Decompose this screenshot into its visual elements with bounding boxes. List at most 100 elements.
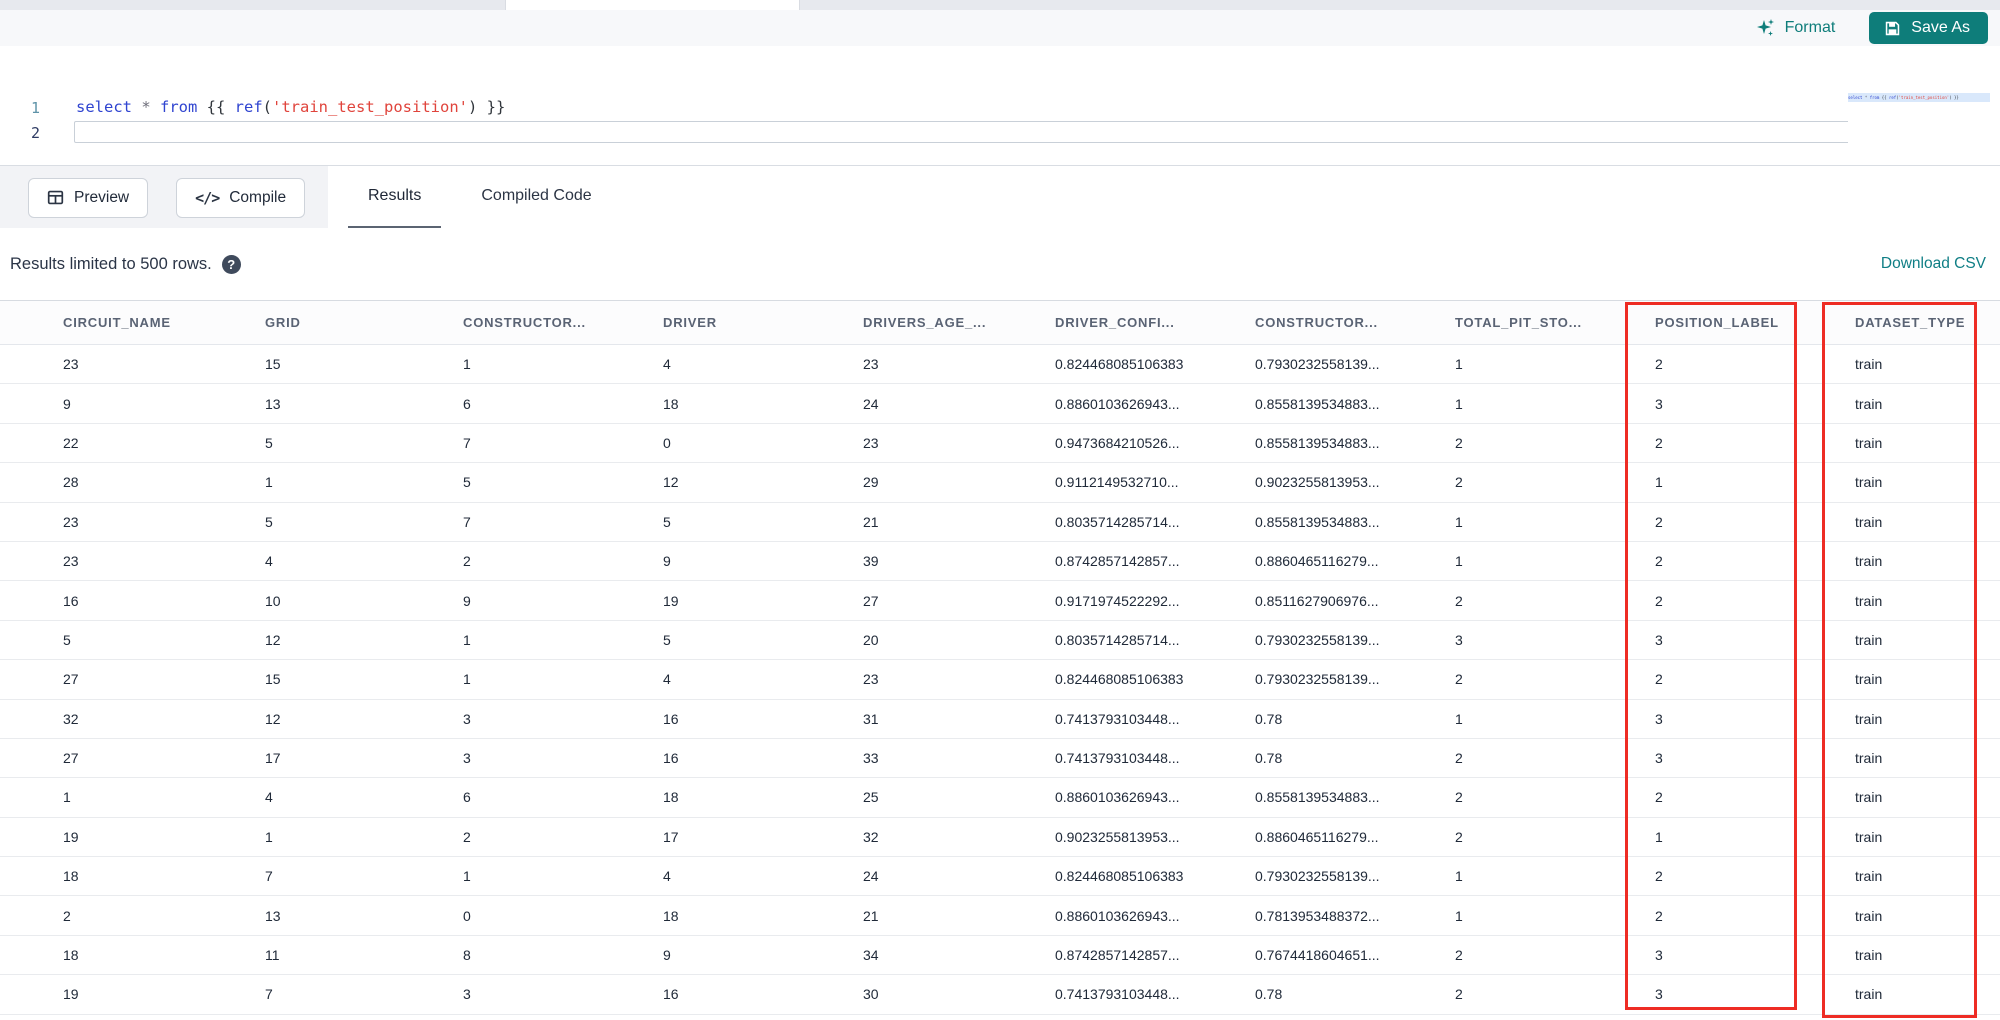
table-cell: train [1855,395,1883,412]
table-cell: 23 [63,553,79,570]
table-cell: 19 [663,592,679,609]
table-row: 18 7 1 4 24 0.824468085106383 0.7930232558139.… [0,857,2000,897]
table-cell: 1 [265,474,273,491]
table-cell: 29 [863,474,879,491]
tab-compiled-code[interactable]: Compiled Code [461,166,611,229]
table-row: 5 12 1 5 20 0.8035714285714... 0.7930232558139… [0,620,2000,661]
table-cell: 3 [463,710,471,727]
table-cell: train [1855,828,1883,845]
table-cell: 12 [265,710,281,727]
table-cell: 0.78 [1255,750,1283,767]
table-cell: 4 [663,356,671,373]
code-token: from [160,98,207,116]
table-header-row: CIRCUIT_NAME GRID CONSTRUCTOR... DRIVER DRIV… [0,300,2000,345]
table-cell: 11 [265,947,280,964]
table-cell: 25 [863,789,879,806]
table-row: 27 17 3 16 33 0.7413793103448... 0.78 2 3 train [0,738,2000,779]
table-cell: 19 [63,986,79,1003]
code-token: select [76,98,142,116]
table-row: 23 15 1 4 23 0.824468085106383 0.7930232558139… [0,345,2000,385]
column-header: GRID [265,315,301,330]
table-cell: 0.824468085106383 [1055,868,1184,885]
table-cell: 2 [1655,553,1663,570]
table-cell: 1 [63,789,71,806]
sql-editor[interactable]: 1 2 select * from {{ ref('train_test_pos… [0,46,2000,165]
code-line-1[interactable]: select * from {{ ref('train_test_positio… [76,98,505,116]
table-cell: 16 [663,986,679,1003]
table-cell: train [1855,671,1883,688]
table-cell: 16 [663,750,679,767]
table-cell: 9 [663,947,671,964]
table-cell: 0.8860103626943... [1055,395,1180,412]
save-as-button[interactable]: Save As [1869,12,1988,44]
table-cell: 4 [265,553,273,570]
table-cell: 28 [63,474,79,491]
table-cell: 1 [1455,553,1463,570]
table-cell: 2 [463,553,471,570]
table-cell: train [1855,553,1883,570]
table-cell: 1 [265,828,273,845]
table-row: 23 5 7 5 21 0.8035714285714... 0.8558139534883… [0,502,2000,542]
code-token: {{ [206,98,235,116]
table-cell: 1 [1655,474,1663,491]
code-line-2-cursor-box[interactable] [74,121,1966,143]
tab-results[interactable]: Results [348,166,442,229]
table-cell: 13 [265,395,281,412]
table-cell: train [1855,750,1883,767]
table-cell: 0.7930232558139... [1255,631,1380,648]
table-row: 1 4 6 18 25 0.8860103626943... 0.8558139534883… [0,778,2000,818]
column-header: TOTAL_PIT_STO... [1455,315,1582,330]
table-cell: 2 [1655,868,1663,885]
table-row: 27 15 1 4 23 0.824468085106383 0.7930232558139… [0,660,2000,700]
table-cell: 2 [1655,592,1663,609]
table-cell: 0.9473684210526... [1055,434,1180,451]
table-cell: 3 [1655,710,1663,727]
download-csv-link[interactable]: Download CSV [1881,255,1986,273]
table-cell: 18 [663,789,679,806]
table-cell: 0.8742857142857... [1055,553,1180,570]
table-row: 22 5 7 0 23 0.9473684210526... 0.8558139534883… [0,423,2000,464]
table-cell: 8 [463,947,471,964]
table-cell: 18 [663,907,679,924]
table-cell: 31 [863,710,879,727]
table-cell: 1 [1455,868,1463,885]
column-header: DRIVER_CONFI... [1055,315,1175,330]
table-row: 32 12 3 16 31 0.7413793103448... 0.78 1 3 train [0,699,2000,739]
table-cell: 39 [863,553,879,570]
table-cell: 9 [663,553,671,570]
question-mark-icon[interactable]: ? [221,254,241,274]
preview-button[interactable]: Preview [28,177,149,218]
table-cell: 7 [265,986,273,1003]
table-cell: 3 [1655,631,1663,648]
format-label: Format [1784,19,1836,36]
table-cell: 23 [63,356,79,373]
compile-button[interactable]: </> Compile [176,177,306,218]
table-cell: 0.8035714285714... [1055,631,1180,648]
table-cell: 2 [1655,513,1663,530]
editor-minimap[interactable]: select * from {{ ref('train_test_positio… [1848,93,1990,157]
code-token: 'train_test_position' [272,98,468,116]
table-cell: 2 [1655,789,1663,806]
editor-toolbar: Format Save As [0,10,2000,46]
table-cell: 1 [1455,710,1463,727]
table-cell: 21 [863,513,879,530]
table-cell: 3 [463,750,471,767]
table-cell: 3 [1655,750,1663,767]
table-cell: 0.8860465116279... [1255,828,1379,845]
table-cell: 0.7930232558139... [1255,356,1380,373]
table-cell: 0.824468085106383 [1055,671,1184,688]
active-file-tab[interactable] [505,0,800,10]
table-cell: 0.8511627906976... [1255,592,1379,609]
table-cell: 27 [63,671,79,688]
table-cell: 3 [1655,395,1663,412]
table-cell: 16 [63,592,79,609]
results-table: CIRCUIT_NAME GRID CONSTRUCTOR... DRIVER DRIV… [0,300,2000,1020]
table-cell: 2 [1655,671,1663,688]
table-cell: train [1855,474,1883,491]
table-cell: 0.7413793103448... [1055,750,1180,767]
format-button[interactable]: Format [1756,18,1836,38]
table-cell: 9 [463,592,471,609]
table-cell: 1 [1655,828,1663,845]
table-row: 19 7 3 16 30 0.7413793103448... 0.78 2 3 train [0,975,2000,1015]
table-cell: 10 [265,592,281,609]
